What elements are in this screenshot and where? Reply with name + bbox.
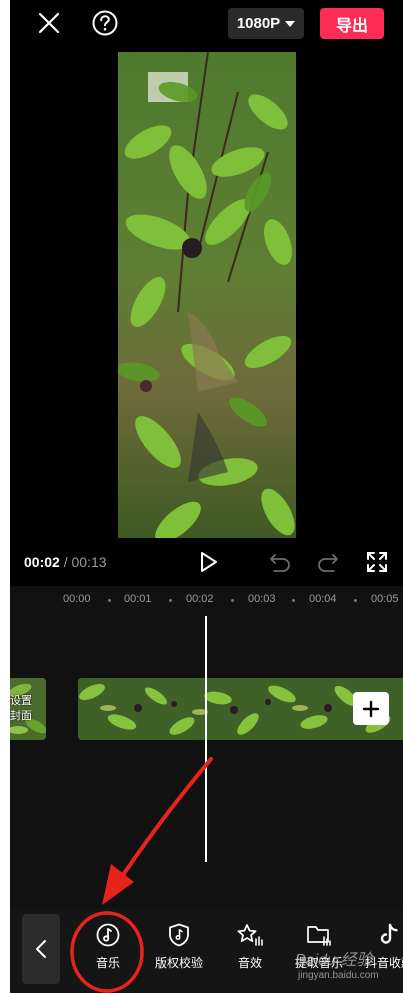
timeline-tick-label: 00:00 bbox=[63, 593, 91, 605]
undo-button[interactable] bbox=[268, 550, 292, 574]
tool-sound-effects[interactable]: 音效 bbox=[217, 922, 283, 982]
timeline-tick-label: 00:01 bbox=[124, 593, 152, 605]
timeline-tick-dot bbox=[169, 599, 172, 602]
time-separator: / bbox=[59, 554, 72, 570]
fullscreen-button[interactable] bbox=[366, 551, 388, 573]
timeline-tick-label: 00:04 bbox=[309, 593, 337, 605]
timeline-tick-label: 00:02 bbox=[186, 593, 214, 605]
timeline-tick-dot bbox=[108, 599, 111, 602]
toolbar-back-button[interactable] bbox=[22, 914, 60, 984]
timeline-tick-label: 00:05 bbox=[371, 593, 399, 605]
folder-icon bbox=[306, 922, 332, 948]
undo-icon bbox=[270, 554, 290, 572]
caret-down-icon bbox=[285, 20, 296, 27]
set-cover-clip[interactable]: 设置 封面 bbox=[10, 678, 46, 740]
timecode: 00:02 / 00:13 bbox=[24, 554, 107, 570]
redo-icon bbox=[318, 554, 338, 572]
add-clip-button[interactable] bbox=[353, 692, 389, 725]
close-icon bbox=[38, 12, 60, 34]
preview-frame-image bbox=[118, 52, 296, 538]
tool-music-label: 音乐 bbox=[95, 956, 120, 970]
playhead[interactable] bbox=[205, 616, 207, 862]
tool-copyright-check[interactable]: 版权校验 bbox=[146, 922, 212, 982]
current-time: 00:02 bbox=[24, 554, 60, 570]
help-icon bbox=[92, 10, 118, 36]
video-editor: 1080P 导出 00:02 / 00:13 00:00 00:01 00:02… bbox=[10, 0, 403, 993]
tiktok-icon bbox=[376, 922, 402, 948]
tool-sound-effects-label: 音效 bbox=[237, 956, 262, 970]
watermark: Baidu 经验 bbox=[295, 952, 373, 969]
fullscreen-icon bbox=[367, 552, 387, 572]
video-preview[interactable] bbox=[118, 52, 296, 538]
plus-icon bbox=[362, 700, 380, 717]
redo-button[interactable] bbox=[316, 550, 340, 574]
close-button[interactable] bbox=[34, 8, 64, 38]
resolution-value: 1080P bbox=[236, 15, 281, 32]
tool-music[interactable]: 音乐 bbox=[75, 922, 141, 982]
music-note-icon bbox=[95, 922, 121, 948]
set-cover-label: 设置 封面 bbox=[10, 695, 32, 722]
timeline-tick-dot bbox=[231, 599, 234, 602]
copyright-shield-icon bbox=[166, 922, 192, 948]
chevron-left-icon bbox=[36, 940, 46, 958]
tool-copyright-check-label: 版权校验 bbox=[154, 956, 203, 970]
sound-effect-star-icon bbox=[237, 922, 263, 948]
export-button[interactable]: 导出 bbox=[320, 8, 384, 39]
help-button[interactable] bbox=[90, 8, 120, 38]
total-duration: 00:13 bbox=[71, 554, 107, 570]
play-icon bbox=[201, 552, 217, 572]
resolution-dropdown[interactable]: 1080P bbox=[228, 8, 304, 39]
timeline-tick-dot bbox=[292, 599, 295, 602]
timeline-tick-label: 00:03 bbox=[248, 593, 276, 605]
timeline-tick-dot bbox=[354, 599, 357, 602]
watermark-url: jingyan.baidu.com bbox=[298, 970, 379, 981]
top-bar: 1080P 导出 bbox=[10, 0, 403, 48]
timeline[interactable]: 00:00 00:01 00:02 00:03 00:04 00:05 设置 封… bbox=[10, 586, 403, 908]
play-button[interactable] bbox=[196, 548, 222, 576]
